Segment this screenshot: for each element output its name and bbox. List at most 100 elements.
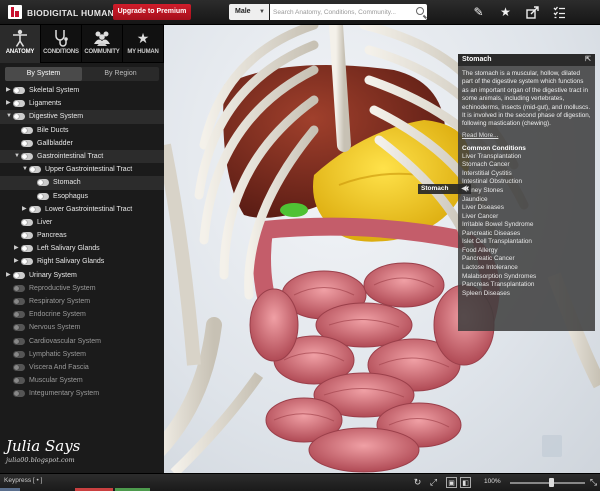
fullscreen-icon[interactable]: ⤡ [588, 477, 599, 488]
visibility-toggle[interactable] [13, 298, 25, 305]
condition-link[interactable]: Intestinal Obstruction [462, 178, 591, 187]
chevron-down-icon[interactable]: ▼ [22, 163, 28, 176]
condition-link[interactable]: Spleen Diseases [462, 290, 591, 299]
tree-item[interactable]: Integumentary System [0, 387, 164, 400]
tree-item[interactable]: ▼ Gastrointestinal Tract [0, 149, 164, 164]
tree-item[interactable]: Endocrine System [0, 308, 164, 321]
tree-item[interactable]: ▶ Left Salivary Glands [0, 242, 164, 255]
tab-community[interactable]: COMMUNITY [82, 25, 123, 63]
tree-item[interactable]: Nervous System [0, 321, 164, 334]
visibility-toggle[interactable] [13, 87, 25, 94]
close-icon[interactable]: ✕ [464, 185, 470, 193]
upgrade-premium-button[interactable]: Upgrade to Premium [113, 4, 191, 20]
chevron-right-icon[interactable]: ▶ [14, 255, 19, 268]
by-system-toggle[interactable]: By System [5, 67, 82, 81]
visibility-toggle[interactable] [21, 152, 33, 160]
tree-item[interactable]: Esophagus [0, 190, 164, 203]
tree-item[interactable]: Viscera And Fascia [0, 361, 164, 374]
chevron-right-icon[interactable]: ▶ [6, 97, 11, 110]
tree-item[interactable]: ▶ Urinary System [0, 269, 164, 282]
visibility-toggle[interactable] [21, 245, 33, 253]
visibility-toggle[interactable] [13, 271, 25, 279]
chevron-right-icon[interactable]: ▶ [14, 242, 19, 255]
read-more-link[interactable]: Read More... [458, 129, 595, 139]
tree-item[interactable]: Lymphatic System [0, 348, 164, 361]
visibility-toggle[interactable] [13, 350, 25, 358]
visibility-toggle[interactable] [37, 179, 49, 187]
visibility-toggle[interactable] [21, 126, 33, 134]
visibility-toggle[interactable] [21, 218, 33, 226]
visibility-toggle[interactable] [29, 166, 41, 174]
rotate-icon[interactable]: ↻ [412, 477, 423, 488]
condition-link[interactable]: Islet Cell Transplantation [462, 238, 591, 247]
checklist-icon[interactable] [551, 4, 568, 21]
condition-link[interactable]: Irritable Bowel Syndrome [462, 221, 591, 230]
condition-link[interactable]: Liver Transplantation [462, 153, 591, 162]
visibility-toggle[interactable] [13, 113, 25, 121]
star-icon[interactable]: ★ [497, 4, 514, 21]
visibility-toggle[interactable] [13, 377, 25, 385]
tree-item[interactable]: Reproductive System [0, 282, 164, 295]
visibility-toggle[interactable] [21, 139, 33, 147]
share-icon[interactable] [524, 4, 541, 21]
condition-link[interactable]: Liver Cancer [462, 213, 591, 222]
tree-item[interactable]: ▶ Right Salivary Glands [0, 255, 164, 268]
condition-link[interactable]: Malabsorption Syndromes [462, 273, 591, 282]
by-region-toggle[interactable]: By Region [82, 67, 159, 81]
tree-item[interactable]: Pancreas [0, 229, 164, 242]
visibility-toggle[interactable] [29, 205, 41, 213]
visibility-toggle[interactable] [13, 337, 25, 345]
tree-item[interactable]: Respiratory System [0, 295, 164, 308]
visibility-toggle[interactable] [21, 232, 33, 240]
visibility-toggle[interactable] [13, 311, 25, 319]
zoom-slider[interactable] [510, 482, 585, 484]
chevron-right-icon[interactable]: ▶ [22, 203, 27, 216]
condition-link[interactable]: Jaundice [462, 196, 591, 205]
split-view-icon[interactable]: ◧ [460, 477, 471, 488]
view-mode-icon[interactable]: ▣ [446, 477, 457, 488]
chevron-right-icon[interactable]: ▶ [6, 269, 11, 282]
tab-my-human[interactable]: ★ MY HUMAN [123, 25, 164, 63]
search-box[interactable] [270, 4, 427, 20]
center-icon[interactable]: ⤢ [428, 477, 439, 488]
tree-item[interactable]: Liver [0, 216, 164, 229]
viewport-control-button[interactable] [542, 435, 562, 457]
condition-link[interactable]: Pancreatic Cancer [462, 255, 591, 264]
condition-link[interactable]: Food Allergy [462, 247, 591, 256]
visibility-toggle[interactable] [13, 363, 25, 371]
expand-icon[interactable]: ⇱ [585, 54, 591, 66]
tab-anatomy[interactable]: ANATOMY [0, 25, 41, 63]
brand-name[interactable]: BIODIGITAL HUMAN [27, 8, 114, 18]
zoom-slider-thumb[interactable] [549, 478, 555, 487]
tree-item[interactable]: Gallbladder [0, 137, 164, 150]
tree-item[interactable]: ▼ Digestive System [0, 110, 164, 124]
condition-link[interactable]: Pancreatic Diseases [462, 230, 591, 239]
tree-item[interactable]: ▶ Lower Gastrointestinal Tract [0, 203, 164, 216]
tree-item[interactable]: ▼ Upper Gastrointestinal Tract [0, 163, 164, 176]
visibility-toggle[interactable] [21, 258, 33, 266]
visibility-toggle[interactable] [13, 100, 25, 108]
chevron-down-icon[interactable]: ▼ [6, 110, 12, 123]
tree-item[interactable]: Stomach [0, 176, 164, 190]
visibility-toggle[interactable] [13, 324, 25, 332]
condition-link[interactable]: Interstitial Cystitis [462, 170, 591, 179]
chevron-right-icon[interactable]: ▶ [6, 84, 11, 97]
tree-item[interactable]: Muscular System [0, 374, 164, 387]
visibility-toggle[interactable] [37, 192, 49, 200]
gender-select[interactable]: Male ▼ [229, 4, 269, 20]
tree-item[interactable]: ▶ Ligaments [0, 97, 164, 110]
condition-link[interactable]: Lactose Intolerance [462, 264, 591, 273]
pencil-icon[interactable]: ✎ [470, 4, 487, 21]
condition-link[interactable]: Kidney Stones [462, 187, 591, 196]
biodigital-logo-icon[interactable] [8, 5, 22, 19]
tree-item[interactable]: Bile Ducts [0, 124, 164, 137]
condition-link[interactable]: Pancreas Transplantation [462, 281, 591, 290]
tree-item[interactable]: Cardiovascular System [0, 335, 164, 348]
visibility-toggle[interactable] [13, 284, 25, 292]
condition-link[interactable]: Stomach Cancer [462, 161, 591, 170]
condition-link[interactable]: Liver Diseases [462, 204, 591, 213]
search-input[interactable] [270, 4, 410, 20]
tree-item[interactable]: ▶ Skeletal System [0, 84, 164, 97]
tab-conditions[interactable]: CONDITIONS [41, 25, 82, 63]
visibility-toggle[interactable] [13, 390, 25, 398]
